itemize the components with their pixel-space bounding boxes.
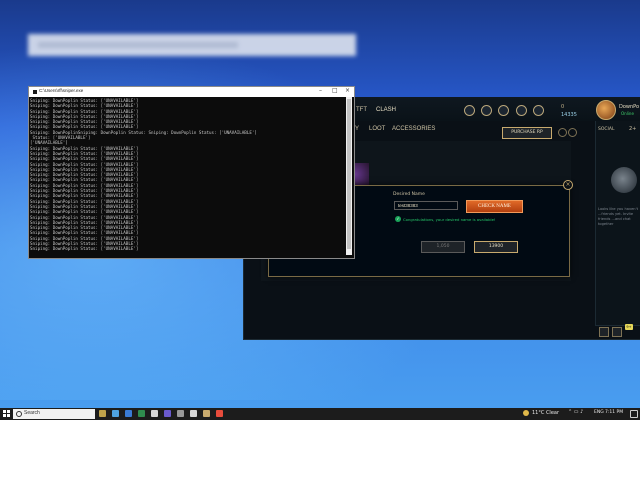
summoner-name: DownPo — [619, 104, 640, 110]
help-icon[interactable] — [568, 128, 577, 137]
background-window — [28, 34, 356, 56]
search-placeholder[interactable]: Search — [24, 410, 40, 416]
minimize-icon[interactable]: – — [319, 87, 322, 94]
social-empty-text: Looks like you haven't ...friends yet. I… — [598, 207, 638, 226]
loot-icon[interactable] — [498, 105, 509, 116]
store-icon[interactable] — [516, 105, 527, 116]
desired-name-input[interactable] — [394, 201, 458, 210]
subnav-loot[interactable]: LOOT — [369, 126, 385, 132]
riot-points-count: 14335 — [561, 112, 577, 118]
check-name-button[interactable]: CHECK NAME — [466, 200, 523, 213]
console-title: C:\Users\rfl\sniper.exe — [39, 88, 84, 93]
taskbar-app-edge-icon[interactable] — [112, 410, 119, 417]
notification-icon[interactable] — [630, 410, 638, 418]
maximize-icon[interactable]: □ — [332, 87, 338, 94]
desired-name-label: Desired Name — [393, 192, 425, 197]
add-friend-icon[interactable]: 2+ — [629, 126, 636, 132]
name-available-message: Congratulations, your desired name is av… — [403, 217, 496, 222]
profile-icon[interactable] — [464, 105, 475, 116]
chat-icon[interactable] — [599, 327, 609, 337]
nav-tft[interactable]: TFT — [356, 107, 367, 113]
language-indicator[interactable]: ENG — [594, 410, 604, 415]
weather-icon[interactable] — [523, 410, 529, 416]
taskbar-app-white-icon[interactable] — [151, 410, 158, 417]
bottom-margin — [0, 420, 640, 480]
checkmark-icon: ✓ — [395, 216, 401, 222]
poro-icon — [611, 167, 637, 193]
console-title-bar[interactable]: C:\Users\rfl\sniper.exe – □ × — [29, 87, 354, 97]
console-icon — [33, 90, 37, 94]
taskbar-app-terminal-icon[interactable] — [190, 410, 197, 417]
subnav-accessories[interactable]: ACCESSORIES — [392, 126, 435, 132]
system-tray-icons[interactable]: ⌃ ▭ ♪ — [568, 409, 583, 415]
summoner-status: Online — [621, 111, 634, 116]
buy-with-rp-button[interactable]: 1,050 — [421, 241, 465, 253]
console-output: Sniping: DownPoplin Status: ['UNAVAILABL… — [30, 98, 346, 256]
taskbar-app-gray-icon[interactable] — [177, 410, 184, 417]
settings-icon[interactable] — [558, 128, 567, 137]
taskbar-app-vs-icon[interactable] — [164, 410, 171, 417]
console-line: Sniping: DownPoplin Status: ['UNAVAILABL… — [30, 246, 139, 252]
events-icon[interactable] — [533, 105, 544, 116]
collection-icon[interactable] — [481, 105, 492, 116]
taskbar-clock[interactable]: 7:11 PM — [605, 410, 623, 415]
taskbar-app-green-icon[interactable] — [138, 410, 145, 417]
purchase-rp-button[interactable]: PURCHASE RP — [502, 127, 552, 139]
close-icon[interactable]: × — [345, 87, 350, 94]
search-icon — [16, 411, 22, 417]
subnav-partial[interactable]: Y — [355, 126, 359, 132]
windows-start-icon[interactable] — [3, 410, 10, 417]
blue-essence-count: 0 — [561, 104, 565, 110]
close-icon[interactable]: × — [563, 180, 573, 190]
notification-badge[interactable]: 9+ — [625, 324, 633, 330]
avatar[interactable] — [596, 100, 616, 120]
taskbar-app-red-icon[interactable] — [216, 410, 223, 417]
weather-text[interactable]: 11°C Clear — [532, 410, 559, 416]
taskbar-app-league-icon[interactable] — [203, 410, 210, 417]
buy-with-be-button[interactable]: 13900 — [474, 241, 518, 253]
console-window[interactable]: C:\Users\rfl\sniper.exe – □ × Sniping: D… — [28, 86, 355, 259]
nav-clash[interactable]: CLASH — [376, 107, 396, 113]
list-icon[interactable] — [612, 327, 622, 337]
taskbar-app-explorer-icon[interactable] — [99, 410, 106, 417]
social-title: SOCIAL — [598, 127, 615, 132]
taskbar-app-store-icon[interactable] — [125, 410, 132, 417]
social-panel — [595, 121, 640, 338]
console-scroll-thumb[interactable] — [347, 99, 351, 249]
